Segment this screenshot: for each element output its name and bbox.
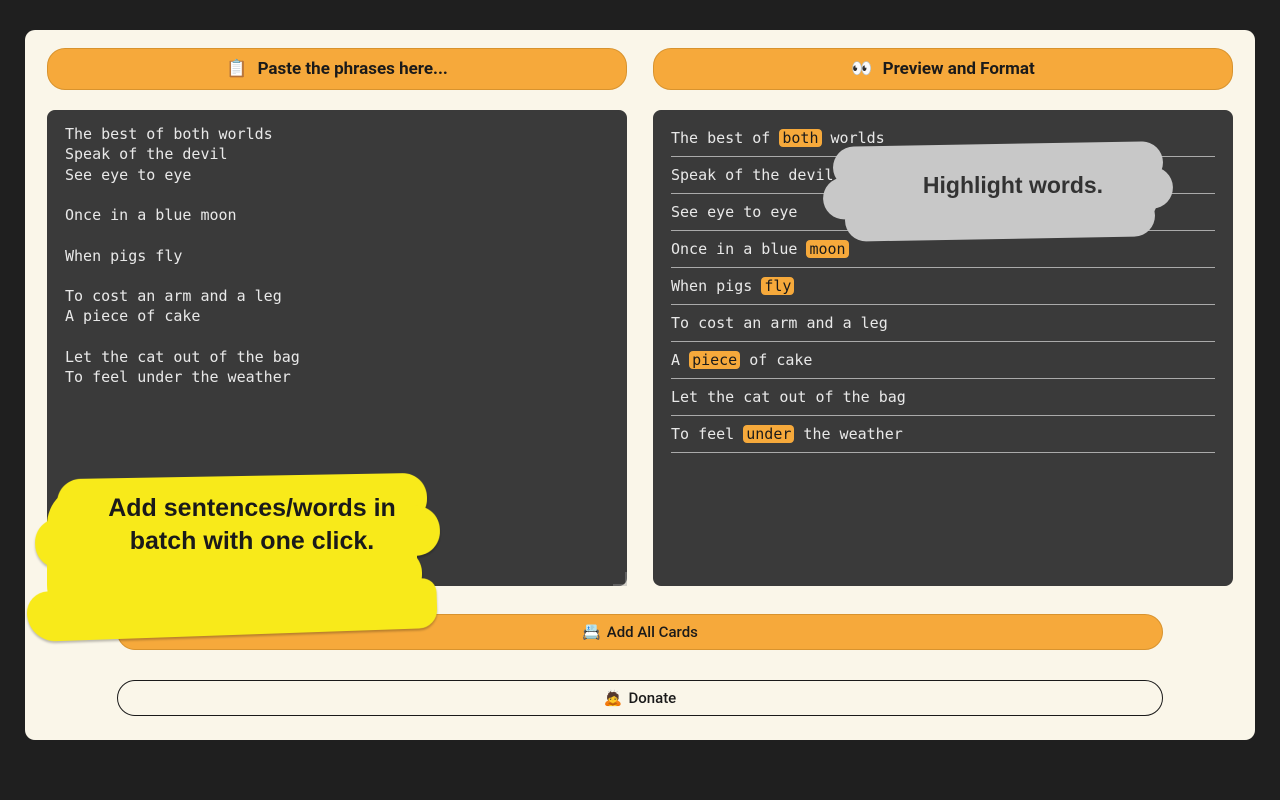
- right-header: 👀 Preview and Format: [653, 48, 1233, 90]
- columns: 📋 Paste the phrases here... Add sentence…: [47, 48, 1233, 586]
- clipboard-icon: 📋: [226, 59, 247, 79]
- main-panel: 📋 Paste the phrases here... Add sentence…: [25, 30, 1255, 740]
- add-all-cards-button[interactable]: 📇 Add All Cards: [117, 614, 1163, 650]
- highlighted-word[interactable]: both: [779, 129, 821, 147]
- preview-text: the weather: [794, 425, 902, 443]
- preview-text: The best of: [671, 129, 779, 147]
- donate-button[interactable]: 🙇 Donate: [117, 680, 1163, 716]
- phrases-textarea[interactable]: [47, 110, 627, 586]
- preview-line[interactable]: Let the cat out of the bag: [671, 379, 1215, 416]
- preview-text: worlds: [822, 129, 885, 147]
- eyes-icon: 👀: [851, 59, 872, 79]
- preview-line[interactable]: A piece of cake: [671, 342, 1215, 379]
- donate-label: Donate: [628, 689, 676, 707]
- right-header-label: Preview and Format: [883, 59, 1035, 79]
- preview-line[interactable]: Once in a blue moon: [671, 231, 1215, 268]
- highlighted-word[interactable]: moon: [806, 240, 848, 258]
- right-column: 👀 Preview and Format The best of both wo…: [653, 48, 1233, 586]
- preview-text: See eye to eye: [671, 203, 797, 221]
- left-header-label: Paste the phrases here...: [258, 59, 448, 79]
- card-icon: 📇: [582, 623, 601, 641]
- highlighted-word[interactable]: fly: [761, 277, 794, 295]
- preview-box[interactable]: The best of both worlds Speak of the devi…: [653, 110, 1233, 586]
- donate-icon: 🙇: [604, 689, 623, 707]
- highlighted-word[interactable]: piece: [689, 351, 740, 369]
- preview-text: of cake: [740, 351, 812, 369]
- preview-text: To feel: [671, 425, 743, 443]
- preview-text: Once in a blue: [671, 240, 806, 258]
- textarea-wrap: Add sentences/words in batch with one cl…: [47, 110, 627, 586]
- preview-line[interactable]: To cost an arm and a leg: [671, 305, 1215, 342]
- bottom-buttons: 📇 Add All Cards 🙇 Donate: [47, 586, 1233, 716]
- preview-text: When pigs: [671, 277, 761, 295]
- left-header: 📋 Paste the phrases here...: [47, 48, 627, 90]
- preview-text: Let the cat out of the bag: [671, 388, 906, 406]
- preview-line[interactable]: The best of both worlds: [671, 120, 1215, 157]
- add-all-cards-label: Add All Cards: [607, 623, 698, 641]
- preview-text: A: [671, 351, 689, 369]
- preview-text: To cost an arm and a leg: [671, 314, 888, 332]
- left-column: 📋 Paste the phrases here... Add sentence…: [47, 48, 627, 586]
- preview-line[interactable]: To feel under the weather: [671, 416, 1215, 453]
- highlighted-word[interactable]: under: [743, 425, 794, 443]
- preview-line[interactable]: See eye to eye: [671, 194, 1215, 231]
- preview-line[interactable]: Speak of the devil: [671, 157, 1215, 194]
- preview-line[interactable]: When pigs fly: [671, 268, 1215, 305]
- preview-text: Speak of the devil: [671, 166, 834, 184]
